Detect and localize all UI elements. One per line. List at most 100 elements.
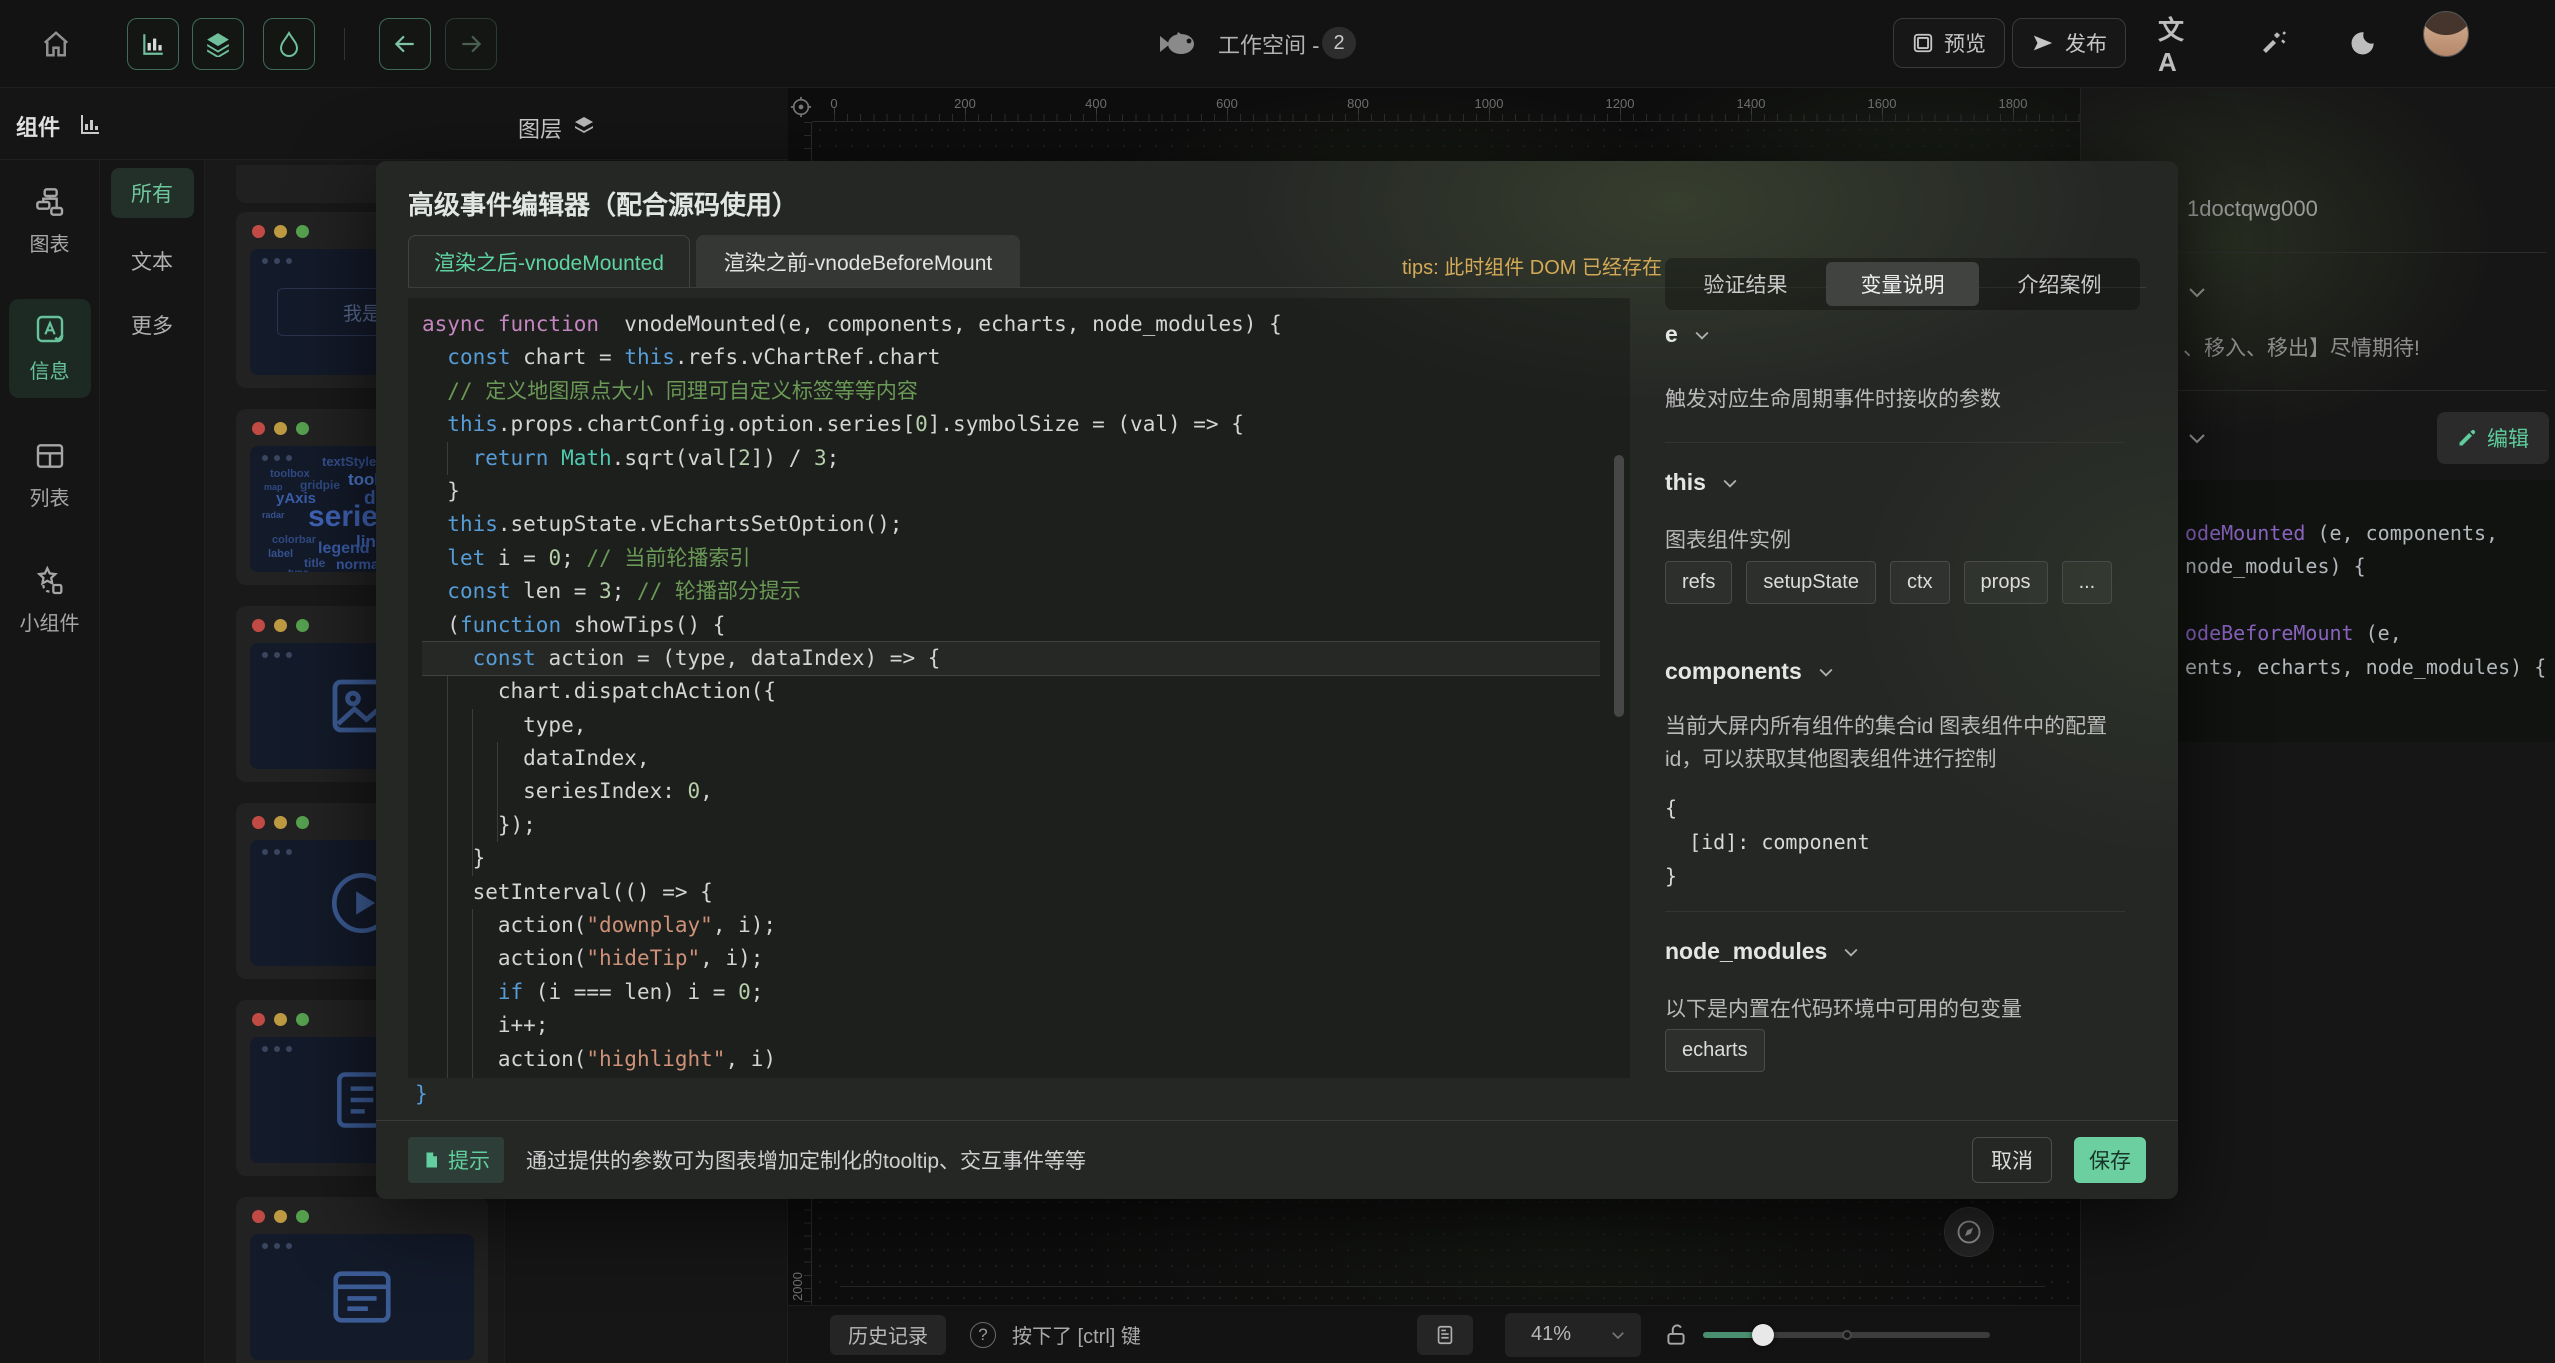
code-line: let i = 0; // 当前轮播索引 [422,542,1600,575]
tab-variable-docs[interactable]: 变量说明 [1826,262,1979,306]
unlock-icon[interactable] [1663,1321,1689,1349]
filter-tool-button[interactable] [263,18,315,70]
app-root: 工作空间 - 2 预览 发布 文A 组件 请输入组件名称 图层 [0,0,2555,1363]
help-icon[interactable]: ? [970,1322,996,1348]
subtab-more[interactable]: 更多 [111,300,194,350]
chart-tool-button[interactable] [127,18,179,70]
wordcloud-word: label [268,548,293,560]
editor-scrollbar[interactable] [1614,455,1624,717]
property-chip[interactable]: echarts [1665,1029,1765,1072]
wordcloud-word: map [264,482,283,492]
edit-code-button[interactable]: 编辑 [2437,412,2549,464]
nav-item-list[interactable]: 列表 [9,426,91,525]
ruler-label: 1000 [1475,96,1504,111]
layers-panel-title: 图层 [518,112,562,144]
file-lines-icon [1434,1323,1456,1347]
history-button[interactable]: 历史记录 [830,1315,946,1355]
property-chip[interactable]: props [1964,561,2048,604]
theme-tools-button[interactable] [2250,22,2294,66]
chevron-down-icon [1841,942,1861,962]
cancel-button[interactable]: 取消 [1972,1137,2052,1183]
code-line: odeMounted (e, components, [2185,514,2555,547]
toolbar-divider [344,28,345,60]
code-line: action("highlight", i) [422,1043,1600,1076]
section-node-modules-title[interactable]: node_modules [1665,938,1861,965]
nav-item-charts[interactable]: 图表 [9,172,91,271]
code-line: async function vnodeMounted(e, component… [422,308,1600,341]
nav-item-info[interactable]: 信息 [9,299,91,398]
dialog-footer: 提示 通过提供的参数可为图表增加定制化的tooltip、交互事件等等 取消 保存 [376,1120,2178,1199]
code-line: chart.dispatchAction({ [422,675,1600,708]
redo-button[interactable] [445,18,497,70]
chevron-down-icon [1609,1326,1627,1344]
property-chip[interactable]: refs [1665,561,1732,604]
ruler-origin-icon[interactable] [790,96,812,118]
nav-label-list: 列表 [30,482,70,511]
arrow-left-icon [392,31,418,57]
ruler-horizontal: 020040060080010001200140016001800 [812,96,2080,122]
section-divider [1665,442,2125,443]
save-button[interactable]: 保存 [2074,1137,2146,1183]
slider-thumb[interactable] [1752,1324,1774,1346]
component-card-embed[interactable] [236,1197,488,1363]
publish-button[interactable]: 发布 [2012,18,2126,68]
code-line: const action = (type, dataIndex) => { [422,642,1600,675]
code-editor[interactable]: async function vnodeMounted(e, component… [408,298,1630,1078]
section-components-title[interactable]: components [1665,658,1836,685]
moon-icon [2348,30,2376,58]
node-modules-chips: echarts [1665,1029,1765,1072]
card-window-dots [252,619,309,632]
component-category-nav: 图表 信息 列表 小组件 [0,160,100,1363]
home-icon [41,29,71,59]
subtab-text[interactable]: 文本 [111,236,194,286]
nav-label-widgets: 小组件 [20,607,80,636]
zoom-select[interactable]: 41% [1505,1313,1641,1357]
code-line: this.props.chartConfig.option.series[0].… [422,408,1600,441]
section-e-title[interactable]: e [1665,321,1712,348]
nav-item-widgets[interactable]: 小组件 [9,551,91,650]
section-chevron-icon[interactable] [2185,426,2209,450]
closing-brace: } [415,1082,428,1106]
section-divider [1665,911,2125,912]
section-this-title[interactable]: this [1665,469,1740,496]
wordcloud-word: yAxis [276,490,316,507]
coming-soon-text: 、移入、移出】尽情期待! [2183,332,2420,362]
code-lines: async function vnodeMounted(e, component… [422,308,1600,1076]
ruler-label: 200 [954,96,976,111]
undo-button[interactable] [379,18,431,70]
shortcut-panel-button[interactable] [1417,1315,1473,1355]
compass-icon [1955,1218,1983,1246]
tab-examples[interactable]: 介绍案例 [1983,262,2136,306]
section-this-desc: 图表组件实例 [1665,524,1791,557]
preview-button[interactable]: 预览 [1893,18,2005,68]
property-chip[interactable]: setupState [1746,561,1876,604]
code-line: dataIndex, [422,742,1600,775]
property-chip[interactable]: ... [2062,561,2113,604]
compass-button[interactable] [1944,1207,1994,1257]
layers-panel-icon [572,114,596,138]
send-icon [2031,32,2055,54]
user-avatar[interactable] [2423,11,2469,57]
tab-validation-result[interactable]: 验证结果 [1669,262,1822,306]
key-press-hint: 按下了 [ctrl] 键 [1012,1320,1141,1349]
components-code-sample: { [id]: component} [1665,791,1870,893]
wordcloud-word: gridpie [300,478,340,492]
code-line: (function showTips() { [422,609,1600,642]
section-components-label: components [1665,658,1802,685]
language-button[interactable]: 文A [2158,22,2202,66]
dark-mode-button[interactable] [2340,22,2384,66]
home-button[interactable] [36,24,76,64]
code-line: i++; [422,1009,1600,1042]
ruler-label: 1600 [1868,96,1897,111]
tip-badge-label: 提示 [448,1145,490,1175]
section-chevron-icon[interactable] [2185,280,2209,304]
text-info-icon [34,313,66,345]
tip-text: 通过提供的参数可为图表增加定制化的tooltip、交互事件等等 [526,1145,1950,1175]
property-chip[interactable]: ctx [1890,561,1950,604]
nav-label-info: 信息 [30,355,70,384]
zoom-slider[interactable] [1703,1324,1990,1346]
table-icon [34,440,66,472]
droplet-icon [277,31,301,57]
subtab-all[interactable]: 所有 [111,168,194,218]
layers-tool-button[interactable] [192,18,244,70]
